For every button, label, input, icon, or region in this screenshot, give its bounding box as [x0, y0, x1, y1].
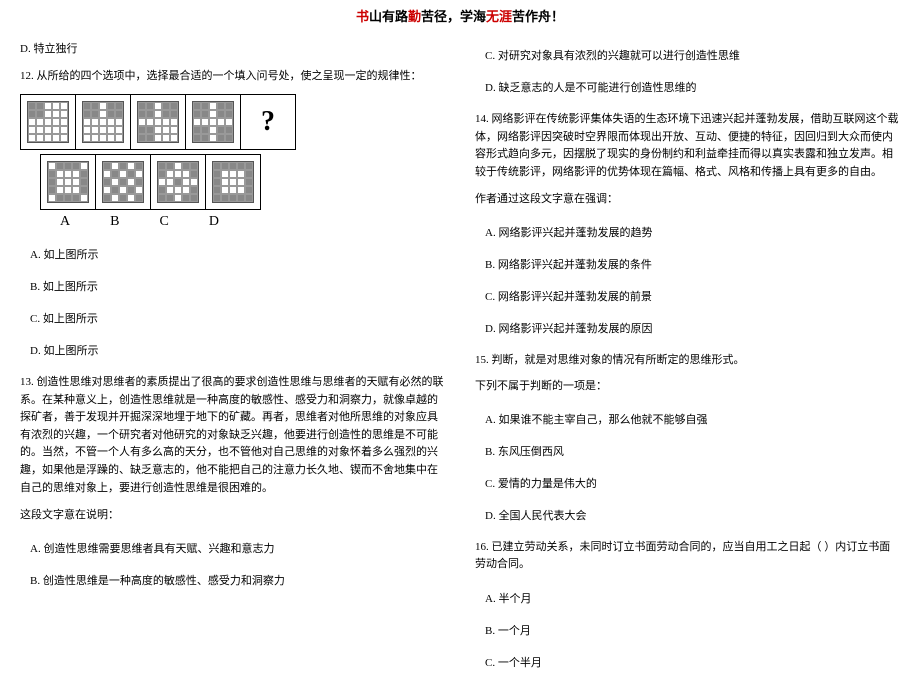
figure-labels: A B C D — [60, 214, 445, 230]
figure-cell — [21, 95, 76, 149]
figure-cell — [206, 155, 260, 209]
header-text: 书 — [356, 9, 369, 24]
figure-cell — [41, 155, 96, 209]
q15-option-a: A. 如果谁不能主宰自己，那么他就不能够自强 — [485, 411, 900, 427]
figure-cell-question: ? — [241, 95, 295, 149]
label-b: B — [110, 214, 119, 230]
header-text: 无涯 — [486, 9, 512, 24]
q13-passage: 13. 创造性思维对思维者的素质提出了很高的要求创造性思维与思维者的天赋有必然的… — [20, 374, 445, 497]
q16-option-c: C. 一个半月 — [485, 654, 900, 670]
q13-option-c: C. 对研究对象具有浓烈的兴趣就可以进行创造性思维 — [485, 47, 900, 63]
q12-option-b: B. 如上图所示 — [30, 278, 445, 294]
q16-stem: 16. 已建立劳动关系，未同时订立书面劳动合同的，应当自用工之日起（ ）内订立书… — [475, 539, 900, 574]
figure-cell — [131, 95, 186, 149]
q13-option-a: A. 创造性思维需要思维者具有天赋、兴趣和意志力 — [30, 540, 445, 556]
page-header: 书山有路勤苦径，学海无涯苦作舟！ — [0, 0, 920, 31]
q15-option-d: D. 全国人民代表大会 — [485, 507, 900, 523]
figure-answer-row — [40, 154, 261, 210]
figure-cell — [76, 95, 131, 149]
label-a: A — [60, 214, 70, 230]
q12-option-d: D. 如上图所示 — [30, 342, 445, 358]
q15-prompt: 下列不属于判断的一项是： — [475, 378, 900, 395]
header-text: 勤 — [408, 9, 421, 24]
label-c: C — [159, 214, 168, 230]
q12-figure: ? A B C D — [20, 94, 445, 230]
figure-top-row: ? — [20, 94, 296, 150]
figure-cell — [151, 155, 206, 209]
question-mark-icon: ? — [247, 106, 289, 138]
q15-option-b: B. 东风压倒西风 — [485, 443, 900, 459]
left-column: D. 特立独行 12. 从所给的四个选项中，选择最合适的一个填入问号处，使之呈现… — [20, 31, 445, 686]
q14-option-b: B. 网络影评兴起并蓬勃发展的条件 — [485, 256, 900, 272]
q13-prompt: 这段文字意在说明： — [20, 507, 445, 524]
q13-option-d: D. 缺乏意志的人是不可能进行创造性思维的 — [485, 79, 900, 95]
q14-option-c: C. 网络影评兴起并蓬勃发展的前景 — [485, 288, 900, 304]
figure-cell — [186, 95, 241, 149]
header-text: 苦作舟！ — [512, 9, 564, 24]
q14-option-d: D. 网络影评兴起并蓬勃发展的原因 — [485, 320, 900, 336]
q13-option-b: B. 创造性思维是一种高度的敏感性、感受力和洞察力 — [30, 572, 445, 588]
label-d: D — [209, 214, 219, 230]
header-text: 苦径，学海 — [421, 9, 486, 24]
q12-stem: 12. 从所给的四个选项中，选择最合适的一个填入问号处，使之呈现一定的规律性： — [20, 68, 445, 85]
right-column: C. 对研究对象具有浓烈的兴趣就可以进行创造性思维 D. 缺乏意志的人是不可能进… — [475, 31, 900, 686]
figure-cell — [96, 155, 151, 209]
q15-stem: 15. 判断，就是对思维对象的情况有所断定的思维形式。 — [475, 352, 900, 369]
q14-option-a: A. 网络影评兴起并蓬勃发展的趋势 — [485, 224, 900, 240]
q12-option-c: C. 如上图所示 — [30, 310, 445, 326]
q15-option-c: C. 爱情的力量是伟大的 — [485, 475, 900, 491]
q16-option-a: A. 半个月 — [485, 590, 900, 606]
q16-option-b: B. 一个月 — [485, 622, 900, 638]
q12-option-a: A. 如上图所示 — [30, 246, 445, 262]
q11-option-d: D. 特立独行 — [20, 41, 445, 58]
q14-passage: 14. 网络影评在传统影评集体失语的生态环境下迅速兴起并蓬勃发展，借助互联网这个… — [475, 111, 900, 181]
q14-prompt: 作者通过这段文字意在强调： — [475, 191, 900, 208]
header-text: 山有路 — [369, 9, 408, 24]
